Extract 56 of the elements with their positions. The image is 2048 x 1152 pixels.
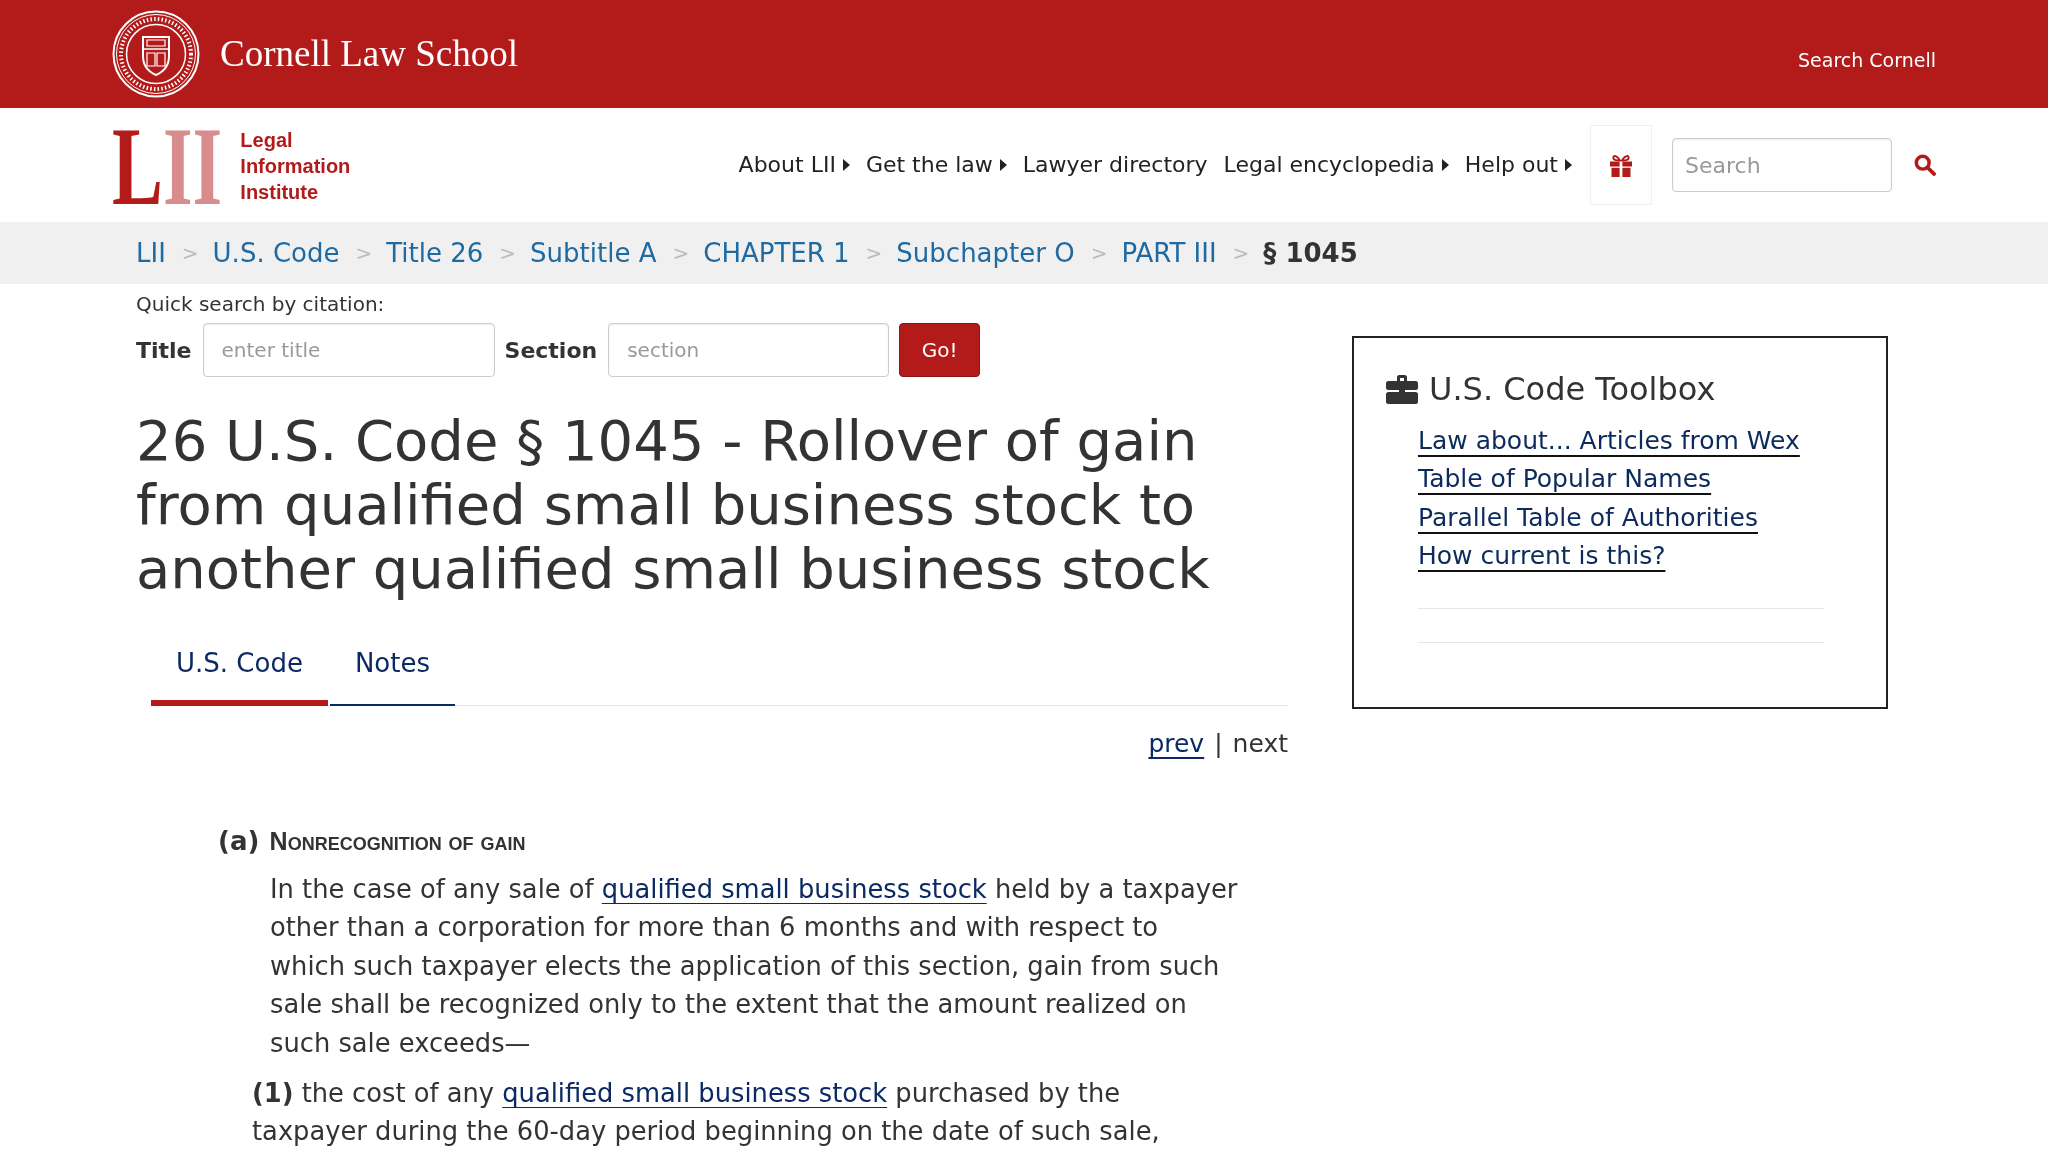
nav-menu-item[interactable]: Get the law [857,150,1015,180]
caret-icon [842,159,850,171]
breadcrumb-current: § 1045 [1263,237,1358,269]
search-field[interactable]: Search [1672,138,1892,192]
breadcrumb-separator: > [180,240,200,267]
section-heading: (a) Nonrecognition of gain [218,825,527,857]
nav-menu-item[interactable]: Legal encyclopedia [1215,150,1457,180]
caret-icon [999,159,1007,171]
toolbox-link[interactable]: Table of Popular Names [1418,460,1712,499]
breadcrumb-link[interactable]: CHAPTER 1 [703,237,850,269]
breadcrumb-separator: > [1089,240,1109,267]
gift-button[interactable] [1590,125,1652,205]
breadcrumb-separator: > [671,240,691,267]
toolbox-link[interactable]: How current is this? [1418,536,1666,576]
breadcrumb-link[interactable]: U.S. Code [212,237,340,269]
tab[interactable]: Notes [329,628,455,706]
school-name[interactable]: Cornell Law School [220,32,518,76]
toolbox-link[interactable]: Law about... Articles from Wex [1418,422,1800,461]
search-cornell-link[interactable]: Search Cornell [1798,48,1936,72]
breadcrumb-link[interactable]: Subtitle A [530,237,657,269]
citation-field[interactable]: enter title [202,323,495,377]
breadcrumb-separator: > [354,240,374,267]
breadcrumb-link[interactable]: Title 26 [386,237,484,269]
caret-icon [1565,159,1572,171]
search-icon[interactable] [1914,154,1936,176]
toolbox-title: U.S. Code Toolbox [1429,370,1716,408]
caret-icon [1441,159,1449,171]
breadcrumb-separator: > [498,240,518,267]
briefcase-icon [1386,374,1418,404]
section-paragraph: In the case of any sale of qualified small business stock held by a taxpayer other than a corporation for more than 6 months and with respect to which such taxpayer elects the application of this section, gain from such sale shall be recognized only to the extent that the amount realized on such sale exceeds— [270,873,1239,1060]
lii-logo-text[interactable]: Legal Information Institute [240,127,351,205]
gift-icon [1609,153,1633,177]
toolbox-link[interactable]: Parallel Table of Authorities [1418,498,1758,537]
page-title: 26 U.S. Code § 1045 - Rollover of gain from qualified small business stock to another qualified small business stock [136,409,1211,601]
section-paragraph: (1) the cost of any qualified small business stock purchased by the taxpayer during the 60-day period beginning on the date of such sale, [252,1077,1161,1149]
citation-field[interactable]: section [608,323,890,377]
lii-logo-mark[interactable]: LII [112,121,223,211]
go-button[interactable]: Go! [899,323,981,377]
nav-menu-item[interactable]: Help out [1456,150,1580,180]
breadcrumb-separator: > [864,240,884,267]
breadcrumb-link[interactable]: PART III [1121,237,1217,269]
nav-menu-item[interactable]: About LII [730,150,858,180]
field-label: Title [136,337,192,363]
breadcrumb-separator: > [1231,240,1251,267]
field-label: Section [504,337,598,363]
seal-icon[interactable] [112,10,200,98]
next-label: next [1232,729,1288,758]
tab[interactable]: U.S. Code [151,628,328,706]
term-link[interactable]: qualified small business stock [502,1078,888,1109]
quick-search-label: Quick search by citation: [136,292,386,316]
breadcrumb-link[interactable]: LII [136,237,166,269]
breadcrumb-link[interactable]: Subchapter O [896,237,1075,269]
prev-link[interactable]: prev [1148,729,1205,758]
term-link[interactable]: qualified small business stock [601,874,987,904]
pager-divider: | [1214,729,1223,758]
nav-menu-item[interactable]: Lawyer directory [1014,150,1216,180]
